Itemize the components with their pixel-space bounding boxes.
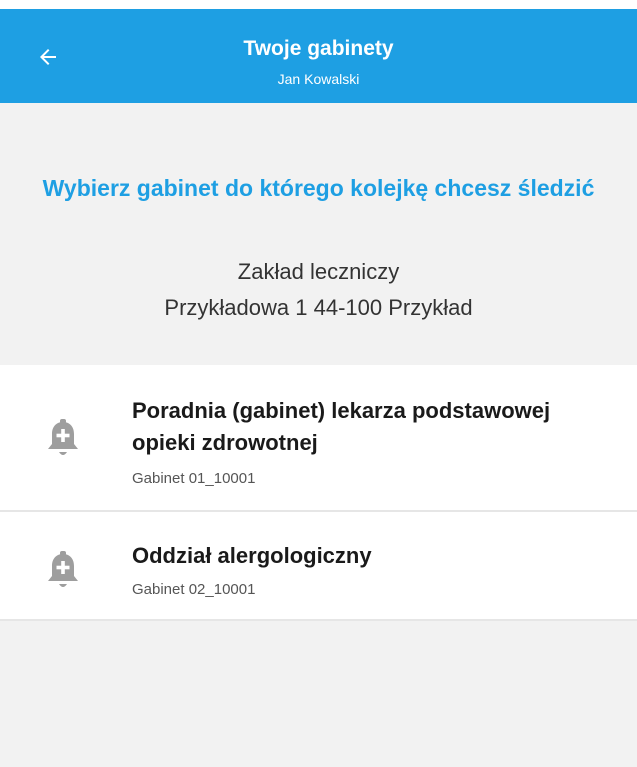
facility-name: Zakład leczniczy (237, 259, 400, 284)
clinic-list-item[interactable]: Oddział alergologiczny Gabinet 02_10001 (0, 512, 637, 621)
user-name: Jan Kowalski (277, 71, 360, 87)
bell-plus-icon[interactable] (46, 551, 80, 591)
page-title: Twoje gabinety (243, 37, 394, 60)
facility-address: Przykładowa 1 44-100 Przykład (164, 295, 473, 320)
clinic-list-item[interactable]: Poradnia (gabinet) lekarza podstawowej o… (0, 365, 637, 512)
clinic-name: Oddział alergologiczny (132, 543, 372, 568)
clinic-list: Poradnia (gabinet) lekarza podstawowej o… (0, 365, 637, 621)
status-bar (0, 0, 637, 9)
clinic-room: Gabinet 02_10001 (132, 581, 256, 598)
bell-plus-icon[interactable] (46, 419, 80, 459)
select-clinic-prompt: Wybierz gabinet do którego kolejkę chces… (42, 175, 595, 201)
app-bar: Twoje gabinety Jan Kowalski (0, 9, 637, 103)
facility-header: Wybierz gabinet do którego kolejkę chces… (0, 103, 637, 365)
clinic-name: Poradnia (gabinet) lekarza podstawowej o… (132, 398, 551, 455)
clinic-room: Gabinet 01_10001 (132, 470, 256, 487)
